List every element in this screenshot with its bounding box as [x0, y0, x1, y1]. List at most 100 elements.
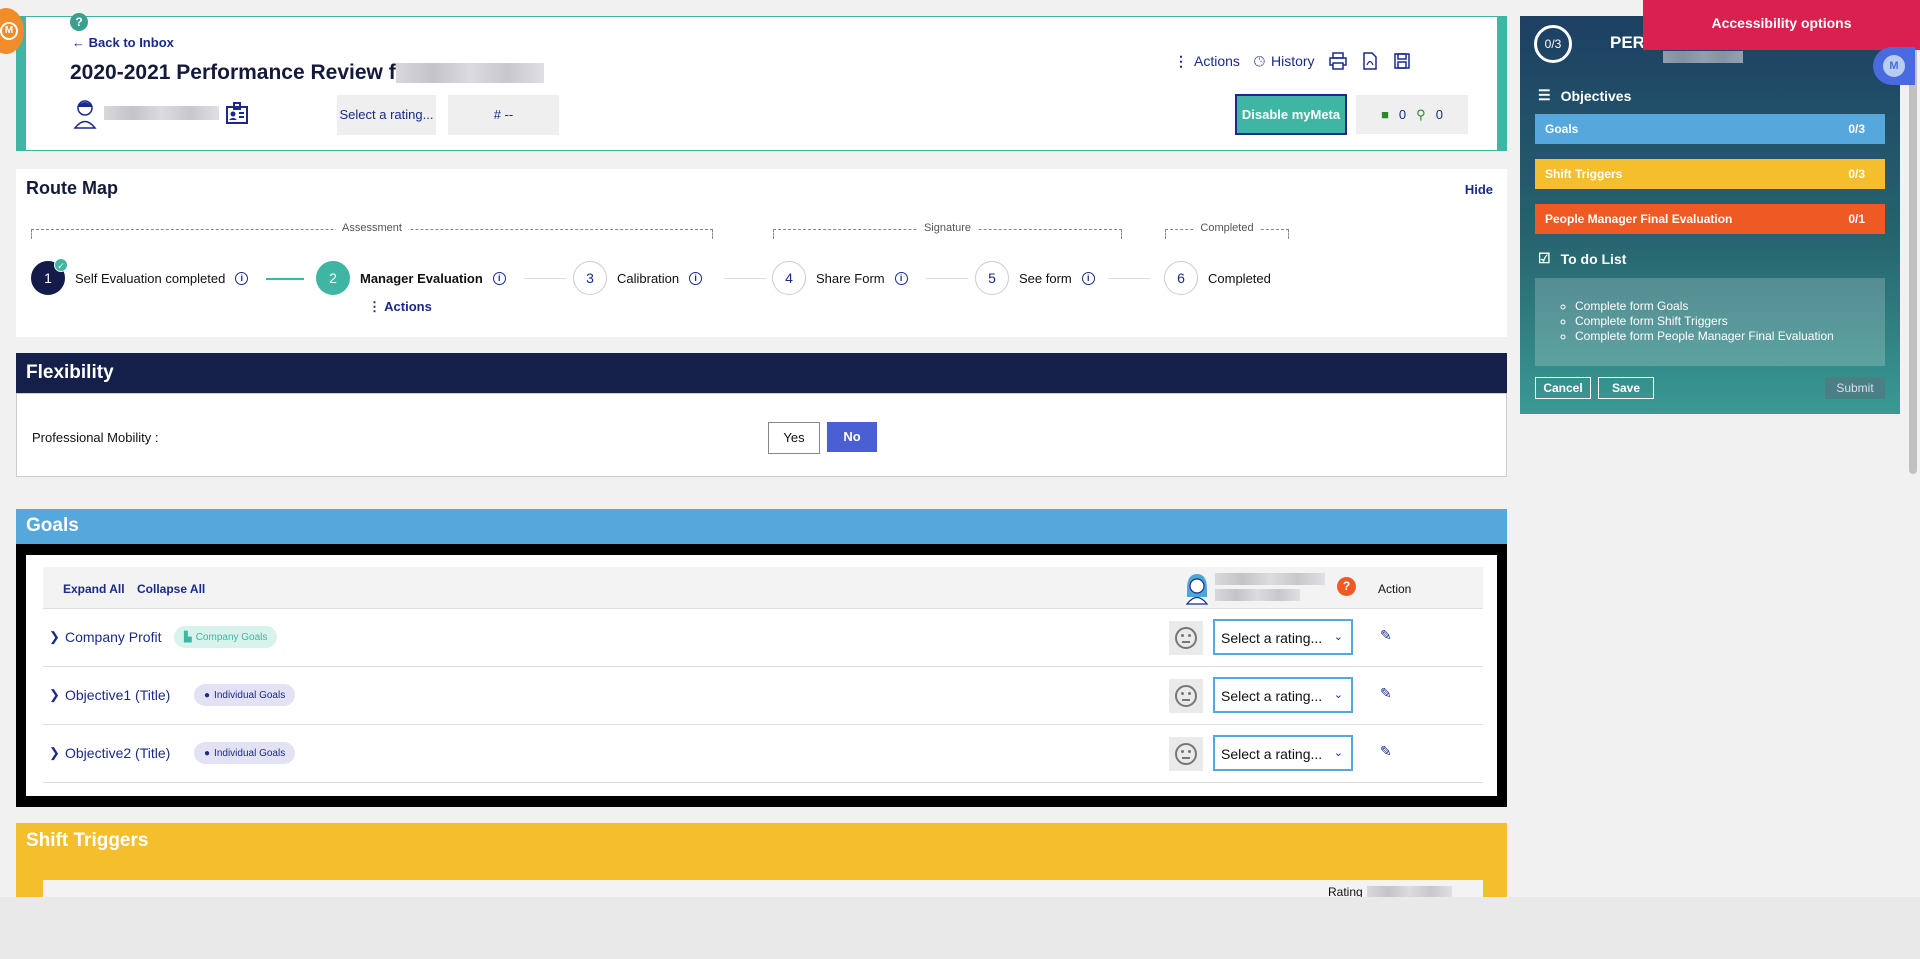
assessment-group: Assessment — [31, 222, 713, 239]
person-icon: ● — [204, 689, 211, 701]
history-button[interactable]: 🕒︎ History — [1254, 53, 1315, 70]
number-field: # -- — [448, 95, 559, 135]
comments-attachments-counter[interactable]: ■ 0 ⚲ 0 — [1356, 95, 1468, 134]
check-icon: ✓ — [54, 258, 68, 272]
goal-category-badge: ● Individual Goals — [194, 684, 296, 706]
redacted-manager-name — [1215, 589, 1300, 601]
goal-category-badge: ● Individual Goals — [194, 742, 296, 764]
info-icon[interactable]: i — [235, 271, 249, 285]
shift-triggers-title: Shift Triggers — [26, 830, 149, 851]
step-completed[interactable]: 6 Completed — [1164, 261, 1271, 295]
neutral-face-icon — [1169, 737, 1203, 771]
info-icon[interactable]: i — [1081, 271, 1095, 285]
shift-rating-header: Rating — [1328, 885, 1452, 897]
id-card-icon[interactable] — [225, 101, 249, 125]
progress-side-panel: 0/3 PERI ☰ Objectives Goals 0/3 Shift Tr… — [1520, 16, 1900, 414]
todo-item: Complete form People Manager Final Evalu… — [1575, 329, 1885, 343]
user-avatar-tab[interactable]: M — [1873, 47, 1915, 85]
scrollbar-thumb[interactable] — [1909, 22, 1917, 474]
back-to-inbox-link[interactable]: ← Back to Inbox — [72, 35, 174, 50]
chevron-down-icon: ⌄ — [1333, 747, 1343, 759]
redacted-employee-name — [104, 106, 219, 120]
building-icon: ▙ — [184, 631, 192, 643]
goals-panel: Expand All Collapse All ? Action ❯ Compa… — [26, 555, 1497, 796]
objective-shift-triggers-bar[interactable]: Shift Triggers 0/3 — [1535, 159, 1885, 189]
expand-all-link[interactable]: Expand All — [63, 582, 125, 596]
arrow-left-icon: ← — [72, 35, 85, 50]
step-number: 1 ✓ — [31, 258, 68, 295]
print-icon[interactable] — [1328, 52, 1347, 70]
step-connector — [724, 278, 766, 279]
app-viewport: M ← Back to Inbox 2020-2021 Performance … — [0, 0, 1920, 897]
kebab-icon: ⋮ — [368, 299, 381, 314]
comment-icon: ■ — [1381, 107, 1389, 122]
goal-title[interactable]: Objective2 (Title) — [65, 745, 170, 761]
todo-heading: ☑ To do List — [1538, 250, 1627, 267]
todo-item: Complete form Goals — [1575, 299, 1885, 313]
goal-row[interactable]: ❯ Objective1 (Title) ● Individual Goals … — [43, 667, 1483, 725]
step-actions-menu[interactable]: ⋮ Actions — [368, 299, 432, 315]
objective-goals-bar[interactable]: Goals 0/3 — [1535, 114, 1885, 144]
goal-row[interactable]: ❯ Objective2 (Title) ● Individual Goals … — [43, 725, 1483, 783]
objective-final-evaluation-bar[interactable]: People Manager Final Evaluation 0/1 — [1535, 204, 1885, 234]
todo-list: Complete form Goals Complete form Shift … — [1535, 278, 1885, 366]
goal-rating-select[interactable]: Select a rating... ⌄ — [1213, 735, 1353, 771]
redacted-panel-subtitle — [1663, 51, 1743, 63]
step-calibration[interactable]: 3 Calibration i — [573, 261, 703, 295]
professional-mobility-label: Professional Mobility : — [32, 430, 159, 445]
window-bottom-strip — [0, 897, 1920, 959]
step-see-form[interactable]: 5 See form i — [975, 261, 1095, 295]
employee-row — [72, 97, 249, 129]
mobility-yes-button[interactable]: Yes — [768, 422, 820, 454]
hide-route-map-link[interactable]: Hide — [1465, 182, 1493, 197]
mobility-no-button[interactable]: No — [827, 422, 877, 452]
info-icon[interactable]: i — [894, 271, 908, 285]
info-icon[interactable]: i — [689, 271, 703, 285]
objectives-heading: ☰ Objectives — [1538, 87, 1632, 104]
save-button[interactable]: Save — [1598, 377, 1654, 399]
m-logo-icon: M — [0, 22, 18, 40]
step-share-form[interactable]: 4 Share Form i — [772, 261, 908, 295]
paperclip-icon: ⚲ — [1416, 106, 1426, 122]
pencil-icon[interactable]: ✎ — [1380, 743, 1392, 760]
goal-row[interactable]: ❯ Company Profit ▙ Company Goals Select … — [43, 609, 1483, 667]
info-icon[interactable]: i — [492, 271, 506, 285]
pencil-icon[interactable]: ✎ — [1380, 685, 1392, 702]
route-map-card: Route Map Hide Assessment Signature Comp… — [16, 169, 1507, 337]
neutral-face-icon — [1169, 621, 1203, 655]
chevron-right-icon[interactable]: ❯ — [49, 629, 60, 645]
submit-button[interactable]: Submit — [1825, 377, 1885, 399]
redacted-manager-name — [1215, 573, 1325, 585]
goal-title[interactable]: Company Profit — [65, 629, 161, 645]
goal-title[interactable]: Objective1 (Title) — [65, 687, 170, 703]
employee-avatar-icon — [73, 100, 97, 129]
page-scrollbar[interactable] — [1906, 0, 1920, 897]
goal-category-badge: ▙ Company Goals — [174, 626, 278, 648]
list-icon: ☰ — [1538, 87, 1551, 103]
goals-table-header: Expand All Collapse All ? Action — [43, 567, 1483, 609]
disable-mymeta-button[interactable]: Disable myMeta — [1235, 94, 1347, 135]
shift-triggers-table-header — [43, 880, 1483, 897]
goal-rating-select[interactable]: Select a rating... ⌄ — [1213, 677, 1353, 713]
completed-group: Completed — [1165, 222, 1289, 239]
chevron-right-icon[interactable]: ❯ — [49, 687, 60, 703]
pdf-icon[interactable] — [1361, 52, 1379, 70]
shift-triggers-section: Shift Triggers Rating — [16, 823, 1507, 897]
actions-menu[interactable]: ⋮ Actions — [1174, 53, 1240, 70]
redacted-manager-name — [1366, 886, 1452, 897]
pencil-icon[interactable]: ✎ — [1380, 627, 1392, 644]
step-self-evaluation[interactable]: 1 ✓ Self Evaluation completed i — [31, 258, 249, 295]
help-icon[interactable]: ? — [70, 13, 88, 31]
accessibility-options-button[interactable]: Accessibility options — [1643, 0, 1920, 50]
question-icon[interactable]: ? — [1337, 577, 1356, 596]
overall-rating-button[interactable]: Select a rating... — [337, 95, 436, 135]
action-column-header: Action — [1378, 582, 1412, 596]
step-manager-evaluation[interactable]: 2 Manager Evaluation i — [316, 261, 506, 295]
save-icon[interactable] — [1393, 52, 1411, 70]
step-number: 6 — [1164, 261, 1198, 295]
collapse-all-link[interactable]: Collapse All — [137, 582, 205, 596]
chevron-right-icon[interactable]: ❯ — [49, 745, 60, 761]
kebab-icon: ⋮ — [1174, 52, 1188, 69]
goal-rating-select[interactable]: Select a rating... ⌄ — [1213, 619, 1353, 655]
cancel-button[interactable]: Cancel — [1535, 377, 1591, 399]
